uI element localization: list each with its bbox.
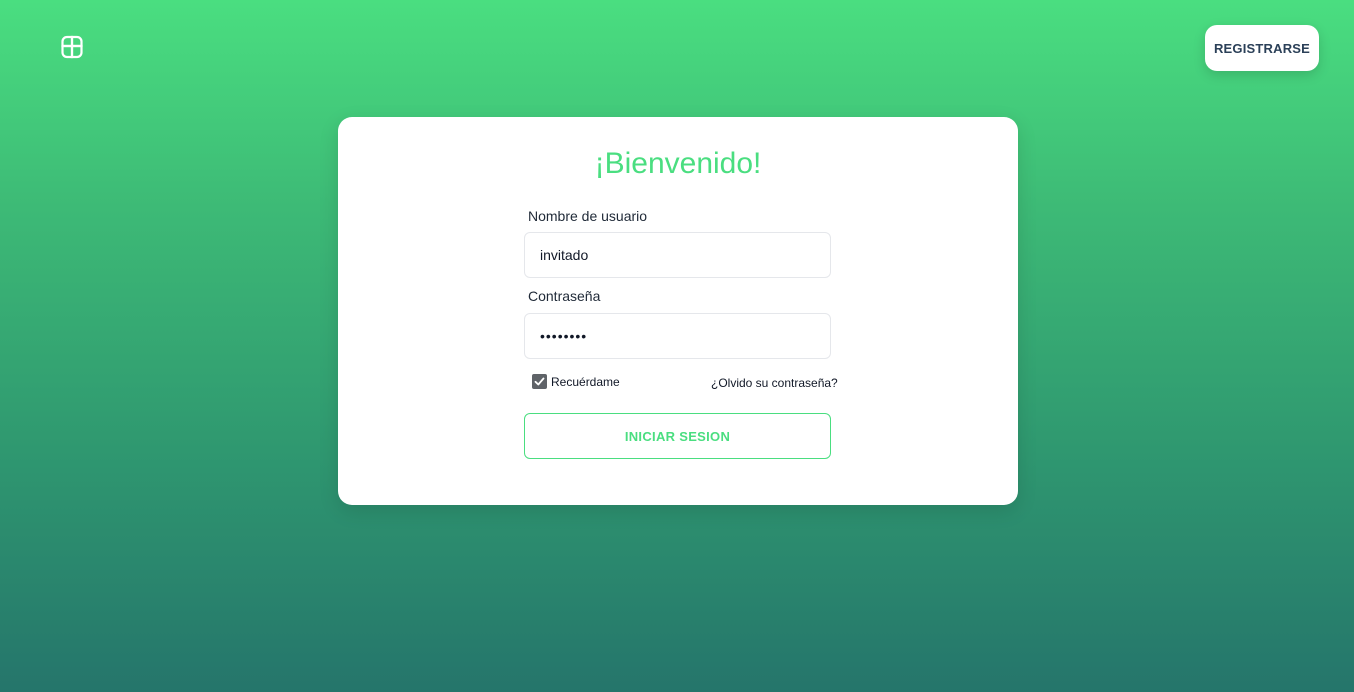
remember-checkbox[interactable]	[532, 374, 547, 389]
username-label: Nombre de usuario	[528, 208, 648, 224]
forgot-password-link[interactable]: ¿Olvido su contraseña?	[711, 376, 838, 390]
remember-me-toggle[interactable]: Recuérdame	[532, 374, 620, 389]
remember-me-label: Recuérdame	[551, 374, 620, 389]
password-label: Contraseña	[528, 288, 601, 304]
register-button[interactable]: REGISTRARSE	[1205, 25, 1319, 71]
check-icon	[534, 377, 545, 386]
login-button[interactable]: INICIAR SESION	[524, 413, 831, 459]
welcome-title: ¡Bienvenido!	[594, 147, 762, 180]
username-input[interactable]	[524, 232, 831, 278]
app-logo-icon[interactable]	[61, 35, 83, 59]
login-card: ¡Bienvenido! Nombre de usuario Contraseñ…	[338, 117, 1018, 505]
password-input[interactable]	[524, 313, 831, 359]
